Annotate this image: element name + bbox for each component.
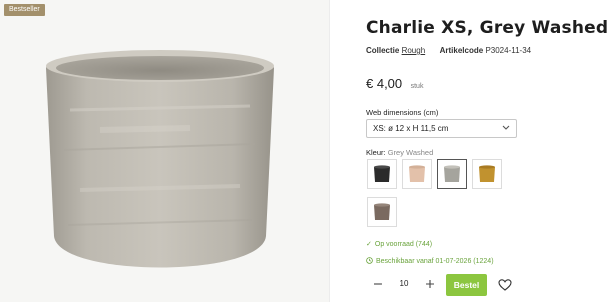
- product-meta: Collectie Rough Artikelcode P3024-11-34: [366, 46, 531, 55]
- stock-text: Op voorraad (744): [374, 241, 433, 248]
- check-icon: ✓: [366, 241, 372, 248]
- minus-icon[interactable]: [371, 277, 385, 291]
- article-code-value: P3024-11-34: [485, 46, 532, 55]
- gold-pot-icon: [479, 165, 495, 182]
- bestseller-badge: Bestseller: [4, 4, 45, 16]
- availability-status: Beschikbaar vanaf 01-07-2026 (1224): [366, 257, 494, 265]
- panel-divider: [329, 0, 330, 302]
- clock-icon: [366, 257, 373, 265]
- dimensions-selected-value: XS: ø 12 x H 11,5 cm: [373, 124, 449, 133]
- dimensions-select[interactable]: XS: ø 12 x H 11,5 cm: [366, 119, 517, 138]
- collection-label: Collectie: [366, 46, 400, 55]
- color-swatch-blush[interactable]: [402, 159, 432, 189]
- order-button[interactable]: Bestel: [446, 274, 487, 296]
- grey-pot-icon: [444, 165, 460, 182]
- black-pot-icon: [374, 165, 390, 182]
- heart-icon[interactable]: [498, 278, 512, 292]
- chevron-down-icon: [502, 125, 510, 130]
- dimensions-label: Web dimensions (cm): [366, 108, 439, 117]
- product-image-panel: Bestseller: [0, 0, 329, 302]
- blush-pot-icon: [409, 165, 425, 182]
- price: € 4,00: [366, 76, 403, 91]
- pot-illustration: [46, 50, 274, 268]
- brown-pot-icon: [374, 203, 390, 220]
- color-label: Kleur:: [366, 148, 386, 157]
- color-selected: Grey Washed: [387, 148, 434, 157]
- product-details: Charlie XS, Grey Washed Collectie Rough …: [366, 0, 609, 302]
- quantity-input[interactable]: 10: [392, 279, 416, 288]
- plus-icon[interactable]: [423, 277, 437, 291]
- availability-text: Beschikbaar vanaf 01-07-2026 (1224): [376, 258, 494, 265]
- color-swatch-grey-washed[interactable]: [437, 159, 467, 189]
- article-code-label: Artikelcode: [439, 46, 484, 55]
- color-label-row: Kleur: Grey Washed: [366, 148, 433, 157]
- color-swatch-brown[interactable]: [367, 197, 397, 227]
- price-unit: stuk: [410, 83, 424, 90]
- price-row: € 4,00 stuk: [366, 75, 423, 93]
- collection-link[interactable]: Rough: [402, 46, 426, 55]
- product-title: Charlie XS, Grey Washed: [366, 18, 609, 38]
- stock-status: ✓ Op voorraad (744): [366, 240, 432, 248]
- color-swatch-black[interactable]: [367, 159, 397, 189]
- product-image[interactable]: [40, 40, 280, 292]
- color-swatch-gold[interactable]: [472, 159, 502, 189]
